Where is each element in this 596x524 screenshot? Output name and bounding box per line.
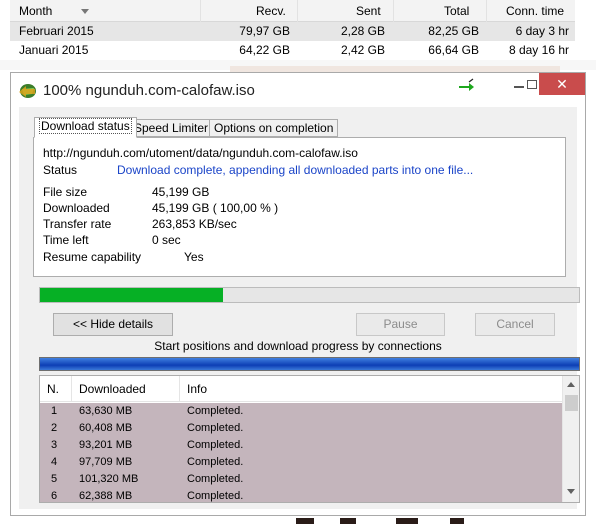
table-header: Month Recv. Sent Total Conn. time bbox=[10, 0, 575, 22]
column-header-recv[interactable]: Recv. bbox=[256, 4, 286, 18]
sort-descending-icon[interactable] bbox=[81, 9, 89, 14]
column-header-n[interactable]: N. bbox=[47, 382, 59, 396]
column-header-conn-time[interactable]: Conn. time bbox=[506, 4, 564, 18]
list-item[interactable]: 5 101,320 MB Completed. bbox=[40, 471, 562, 488]
list-item[interactable]: 4 97,709 MB Completed. bbox=[40, 454, 562, 471]
connection-rows: 1 63,630 MB Completed. 2 60,408 MB Compl… bbox=[40, 403, 562, 502]
connection-downloaded: 62,388 MB bbox=[79, 490, 133, 502]
column-header-total[interactable]: Total bbox=[444, 4, 469, 18]
title-bar[interactable]: 100% ngunduh.com-calofaw.iso ✕ bbox=[11, 73, 585, 107]
cell-conn-time: 6 day 3 hr bbox=[515, 24, 569, 38]
connections-progress-bar bbox=[39, 357, 580, 371]
connection-downloaded: 60,408 MB bbox=[79, 422, 133, 434]
progress-fill bbox=[40, 288, 224, 302]
column-divider[interactable] bbox=[200, 0, 201, 22]
connection-info: Completed. bbox=[187, 456, 244, 468]
connection-number: 2 bbox=[51, 422, 58, 434]
connection-downloaded: 97,709 MB bbox=[79, 456, 133, 468]
tab-download-status[interactable]: Download status bbox=[34, 117, 137, 138]
hide-details-button[interactable]: << Hide details bbox=[53, 313, 173, 336]
time-left-value: 0 sec bbox=[152, 233, 181, 247]
file-size-value: 45,199 GB bbox=[152, 185, 210, 199]
maximize-icon bbox=[527, 80, 537, 89]
file-size-label: File size bbox=[43, 185, 88, 199]
monthly-traffic-table: Month Recv. Sent Total Conn. time Februa… bbox=[10, 0, 575, 60]
column-divider[interactable] bbox=[393, 0, 394, 22]
connection-info: Completed. bbox=[187, 422, 244, 434]
scroll-thumb[interactable] bbox=[565, 395, 578, 411]
pause-button[interactable]: Pause bbox=[356, 313, 445, 336]
connection-number: 4 bbox=[51, 456, 58, 468]
column-header-downloaded[interactable]: Downloaded bbox=[79, 382, 146, 396]
list-item[interactable]: 2 60,408 MB Completed. bbox=[40, 420, 562, 437]
close-button[interactable]: ✕ bbox=[539, 73, 585, 95]
green-arrow-icon[interactable] bbox=[453, 73, 481, 97]
connection-info: Completed. bbox=[187, 405, 244, 417]
connection-downloaded: 101,320 MB bbox=[79, 473, 139, 485]
idm-globe-icon bbox=[19, 84, 36, 98]
download-progress-bar bbox=[39, 287, 580, 303]
cell-month: Januari 2015 bbox=[19, 43, 89, 57]
column-divider[interactable] bbox=[486, 0, 487, 22]
download-status-panel: http://ngunduh.com/utoment/data/ngunduh.… bbox=[33, 137, 566, 277]
column-header-info[interactable]: Info bbox=[187, 382, 207, 396]
list-item[interactable]: 1 63,630 MB Completed. bbox=[40, 403, 562, 420]
column-header-sent[interactable]: Sent bbox=[356, 4, 381, 18]
cell-month: Februari 2015 bbox=[19, 24, 94, 38]
list-item[interactable]: 6 62,388 MB Completed. bbox=[40, 488, 562, 502]
connection-number: 6 bbox=[51, 490, 58, 502]
time-left-label: Time left bbox=[43, 233, 89, 247]
connections-caption: Start positions and download progress by… bbox=[154, 339, 442, 353]
downloaded-label: Downloaded bbox=[43, 201, 110, 215]
dialog-body: Download status Speed Limiter Options on… bbox=[19, 107, 580, 509]
transfer-rate-value: 263,853 KB/sec bbox=[152, 217, 237, 231]
column-divider[interactable] bbox=[297, 0, 298, 22]
connection-number: 3 bbox=[51, 439, 58, 451]
download-url: http://ngunduh.com/utoment/data/ngunduh.… bbox=[43, 146, 358, 160]
tab-speed-limiter[interactable]: Speed Limiter bbox=[129, 119, 214, 137]
list-item[interactable]: 3 93,201 MB Completed. bbox=[40, 437, 562, 454]
table-row[interactable]: Januari 2015 64,22 GB 2,42 GB 66,64 GB 8… bbox=[10, 41, 575, 60]
cell-total: 66,64 GB bbox=[428, 43, 479, 57]
tab-options-on-completion[interactable]: Options on completion bbox=[209, 119, 339, 137]
connection-info: Completed. bbox=[187, 439, 244, 451]
connections-list[interactable]: N. Downloaded Info 1 63,630 MB Completed… bbox=[39, 375, 580, 503]
background-fragment bbox=[340, 518, 356, 524]
connection-number: 5 bbox=[51, 473, 58, 485]
list-header: N. Downloaded Info bbox=[40, 376, 562, 402]
cell-total: 82,25 GB bbox=[428, 24, 479, 38]
column-divider[interactable] bbox=[71, 376, 72, 401]
cell-conn-time: 8 day 16 hr bbox=[508, 43, 569, 57]
connection-downloaded: 63,630 MB bbox=[79, 405, 133, 417]
connection-info: Completed. bbox=[187, 473, 244, 485]
status-label: Status bbox=[43, 163, 78, 177]
transfer-rate-label: Transfer rate bbox=[43, 217, 112, 231]
resume-capability-label: Resume capability bbox=[43, 250, 142, 264]
window-title: 100% ngunduh.com-calofaw.iso bbox=[43, 82, 255, 99]
tab-label: Download status bbox=[39, 118, 132, 134]
cell-recv: 79,97 GB bbox=[239, 24, 290, 38]
column-header-month[interactable]: Month bbox=[19, 4, 52, 18]
resume-capability-value: Yes bbox=[184, 250, 204, 264]
column-divider[interactable] bbox=[179, 376, 180, 401]
background-fragment bbox=[396, 518, 418, 524]
background-fragment bbox=[450, 518, 464, 524]
downloaded-value: 45,199 GB ( 100,00 % ) bbox=[152, 201, 279, 215]
table-row[interactable]: Februari 2015 79,97 GB 2,28 GB 82,25 GB … bbox=[10, 22, 575, 41]
cell-sent: 2,28 GB bbox=[340, 24, 385, 38]
connection-number: 1 bbox=[51, 405, 58, 417]
cancel-button[interactable]: Cancel bbox=[475, 313, 555, 336]
download-dialog: 100% ngunduh.com-calofaw.iso ✕ Download … bbox=[10, 72, 586, 516]
scroll-down-icon[interactable] bbox=[567, 489, 575, 494]
scroll-up-icon[interactable] bbox=[567, 382, 575, 387]
background-fragment bbox=[296, 518, 314, 524]
connection-downloaded: 93,201 MB bbox=[79, 439, 133, 451]
status-value: Download complete, appending all downloa… bbox=[117, 163, 474, 177]
connection-info: Completed. bbox=[187, 490, 244, 502]
vertical-scrollbar[interactable] bbox=[562, 376, 579, 502]
cell-recv: 64,22 GB bbox=[239, 43, 290, 57]
cell-sent: 2,42 GB bbox=[340, 43, 385, 57]
